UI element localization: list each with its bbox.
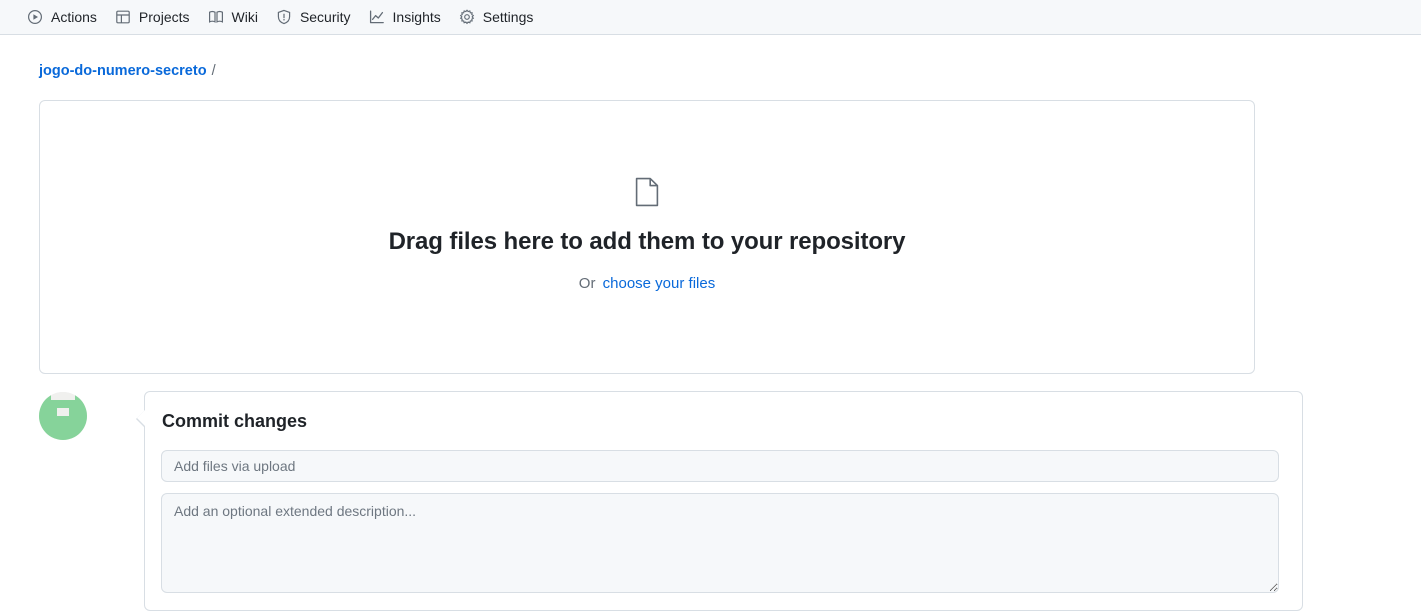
nav-item-label: Settings [482,9,534,25]
play-circle-icon [27,9,43,25]
nav-item-label: Projects [138,9,190,25]
repo-navigation: Actions Projects Wiki Security Insights … [0,0,1421,35]
graph-icon [369,9,385,25]
gear-icon [459,9,475,25]
breadcrumb: jogo-do-numero-secreto / [39,61,216,81]
nav-item-wiki[interactable]: Wiki [199,0,267,34]
file-dropzone[interactable]: Drag files here to add them to your repo… [39,100,1255,374]
nav-item-security[interactable]: Security [267,0,360,34]
nav-item-label: Actions [51,9,97,25]
dropzone-title: Drag files here to add them to your repo… [388,228,906,255]
nav-item-actions[interactable]: Actions [18,0,106,34]
breadcrumb-repo-link[interactable]: jogo-do-numero-secreto [39,61,207,81]
dropzone-subtitle: Or choose your files [579,273,715,294]
commit-changes-box: Commit changes [136,391,1303,611]
commit-section: Commit changes [39,391,1303,611]
upload-files-page: jogo-do-numero-secreto / Drag files here… [0,35,1421,611]
nav-item-label: Wiki [231,9,258,25]
commit-heading: Commit changes [162,411,308,431]
shield-icon [276,9,292,25]
nav-item-insights[interactable]: Insights [360,0,450,34]
book-icon [208,9,224,25]
choose-files-link[interactable]: choose your files [603,275,716,292]
file-icon [635,177,659,207]
commit-message-input[interactable] [161,450,1279,483]
dropzone-or-text: Or [578,274,596,292]
commit-description-textarea[interactable] [161,493,1279,594]
nav-item-settings[interactable]: Settings [450,0,543,34]
nav-item-label: Insights [392,9,441,25]
nav-item-label: Security [299,9,351,25]
breadcrumb-separator: / [211,63,216,79]
nav-item-projects[interactable]: Projects [106,0,199,34]
table-icon [115,9,131,25]
avatar [39,392,87,440]
